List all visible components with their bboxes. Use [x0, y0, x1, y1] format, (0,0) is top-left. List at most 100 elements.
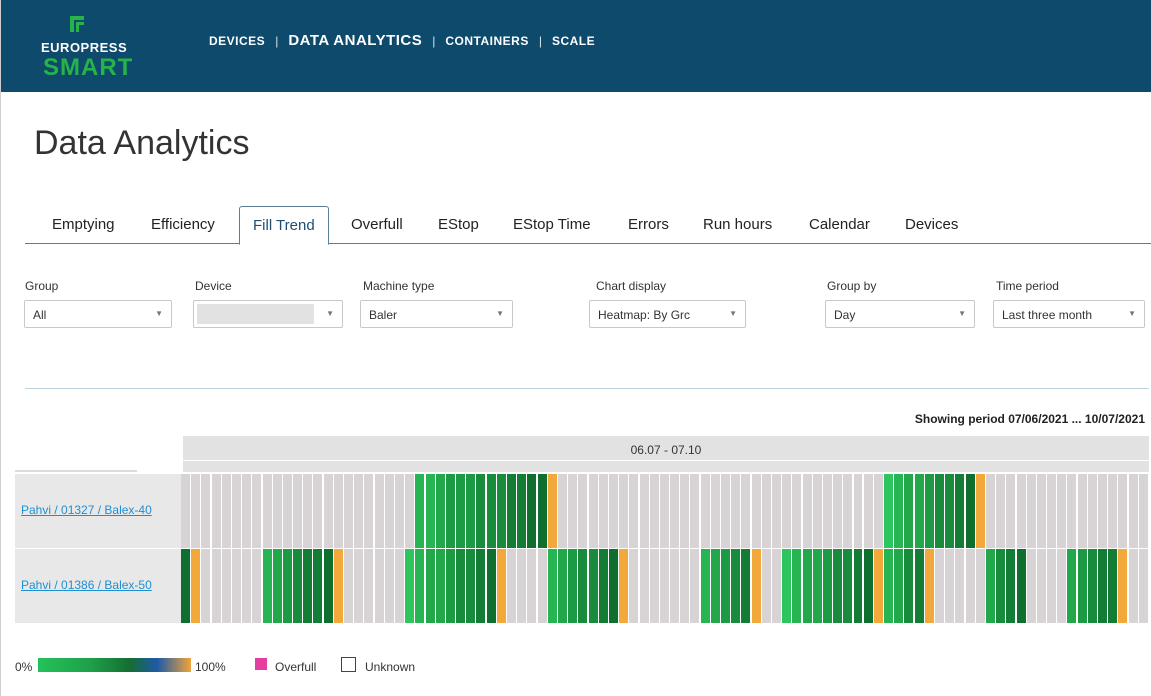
heatmap-cell[interactable]: [659, 474, 669, 548]
heatmap-cell[interactable]: [252, 549, 262, 623]
heatmap-cell[interactable]: [578, 549, 588, 623]
heatmap-cell[interactable]: [833, 474, 843, 548]
heatmap-cell[interactable]: [588, 474, 598, 548]
heatmap-cell[interactable]: [435, 474, 445, 548]
heatmap-cell[interactable]: [1067, 549, 1077, 623]
tab-emptying[interactable]: Emptying: [52, 206, 115, 244]
tab-run-hours[interactable]: Run hours: [703, 206, 772, 244]
heatmap-cell[interactable]: [384, 549, 394, 623]
heatmap-cell[interactable]: [741, 549, 751, 623]
heatmap-cell[interactable]: [507, 474, 517, 548]
heatmap-cell[interactable]: [924, 474, 934, 548]
heatmap-cell[interactable]: [782, 549, 792, 623]
heatmap-cell[interactable]: [629, 474, 639, 548]
heatmap-cell[interactable]: [242, 549, 252, 623]
heatmap-cell[interactable]: [415, 549, 425, 623]
heatmap-cell[interactable]: [374, 549, 384, 623]
heatmap-cell[interactable]: [924, 549, 934, 623]
device-select[interactable]: ▼: [193, 300, 343, 328]
heatmap-cell[interactable]: [873, 549, 883, 623]
heatmap-cell[interactable]: [771, 549, 781, 623]
heatmap-cell[interactable]: [619, 474, 629, 548]
heatmap-cell[interactable]: [344, 474, 354, 548]
heatmap-cell[interactable]: [394, 549, 404, 623]
heatmap-cell[interactable]: [231, 549, 241, 623]
heatmap-cell[interactable]: [731, 549, 741, 623]
heatmap-cell[interactable]: [771, 474, 781, 548]
heatmap-cell[interactable]: [558, 549, 567, 623]
heatmap-cell[interactable]: [1047, 474, 1057, 548]
brand-logo[interactable]: EUROPRESS SMART: [41, 14, 151, 84]
heatmap-cell[interactable]: [282, 474, 292, 548]
heatmap-cell[interactable]: [588, 549, 598, 623]
heatmap-cell[interactable]: [1128, 549, 1138, 623]
heatmap-cell[interactable]: [405, 474, 415, 548]
heatmap-cell[interactable]: [323, 549, 333, 623]
heatmap-cell[interactable]: [1138, 474, 1148, 548]
heatmap-cell[interactable]: [527, 474, 537, 548]
heatmap-cell[interactable]: [670, 549, 680, 623]
machine-type-select[interactable]: Baler ▼: [360, 300, 513, 328]
heatmap-cell[interactable]: [1067, 474, 1077, 548]
tab-errors[interactable]: Errors: [628, 206, 669, 244]
heatmap-cell[interactable]: [181, 549, 190, 623]
heatmap-cell[interactable]: [568, 474, 578, 548]
heatmap-cell[interactable]: [680, 474, 690, 548]
row-link-balex-40[interactable]: Pahvi / 01327 / Balex-40: [21, 502, 171, 519]
heatmap-cell[interactable]: [262, 549, 272, 623]
heatmap-cell[interactable]: [517, 474, 527, 548]
heatmap-cell[interactable]: [985, 549, 995, 623]
heatmap-cell[interactable]: [700, 549, 710, 623]
heatmap-cell[interactable]: [252, 474, 262, 548]
tab-estop-time[interactable]: EStop Time: [513, 206, 591, 244]
heatmap-cell[interactable]: [975, 474, 985, 548]
heatmap-cell[interactable]: [1016, 549, 1026, 623]
heatmap-cell[interactable]: [313, 549, 323, 623]
heatmap-cell[interactable]: [904, 474, 914, 548]
heatmap-cell[interactable]: [1077, 474, 1087, 548]
heatmap-cell[interactable]: [843, 474, 853, 548]
heatmap-cell[interactable]: [1118, 474, 1128, 548]
heatmap-cell[interactable]: [405, 549, 415, 623]
heatmap-cell[interactable]: [802, 474, 812, 548]
heatmap-cell[interactable]: [282, 549, 292, 623]
tab-calendar[interactable]: Calendar: [809, 206, 870, 244]
heatmap-cell[interactable]: [1108, 474, 1118, 548]
heatmap-cell[interactable]: [822, 474, 832, 548]
heatmap-cell[interactable]: [333, 549, 343, 623]
heatmap-cell[interactable]: [608, 474, 618, 548]
heatmap-cell[interactable]: [996, 474, 1006, 548]
heatmap-cell[interactable]: [873, 474, 883, 548]
heatmap-cell[interactable]: [262, 474, 272, 548]
heatmap-cell[interactable]: [690, 474, 700, 548]
heatmap-cell[interactable]: [364, 549, 374, 623]
heatmap-cell[interactable]: [1057, 549, 1067, 623]
heatmap-cell[interactable]: [639, 549, 649, 623]
heatmap-cell[interactable]: [547, 549, 557, 623]
heatmap-cell[interactable]: [496, 549, 506, 623]
heatmap-cell[interactable]: [394, 474, 404, 548]
heatmap-cell[interactable]: [680, 549, 690, 623]
heatmap-cell[interactable]: [272, 549, 282, 623]
heatmap-cell[interactable]: [456, 474, 466, 548]
heatmap-cell[interactable]: [894, 474, 904, 548]
heatmap-cell[interactable]: [415, 474, 425, 548]
heatmap-cell[interactable]: [201, 549, 211, 623]
heatmap-cell[interactable]: [914, 474, 924, 548]
heatmap-cell[interactable]: [272, 474, 282, 548]
heatmap-cell[interactable]: [1077, 549, 1087, 623]
chart-display-select[interactable]: Heatmap: By Grc ▼: [589, 300, 746, 328]
heatmap-cell[interactable]: [690, 549, 700, 623]
heatmap-cell[interactable]: [833, 549, 843, 623]
heatmap-cell[interactable]: [853, 549, 863, 623]
heatmap-cell[interactable]: [1108, 549, 1118, 623]
heatmap-cell[interactable]: [1087, 549, 1097, 623]
heatmap-cell[interactable]: [456, 549, 466, 623]
heatmap-cell[interactable]: [1006, 549, 1016, 623]
heatmap-cell[interactable]: [547, 474, 557, 548]
heatmap-cell[interactable]: [476, 549, 486, 623]
heatmap-cell[interactable]: [1047, 549, 1057, 623]
heatmap-cell[interactable]: [649, 549, 659, 623]
heatmap-cell[interactable]: [303, 549, 313, 623]
heatmap-cell[interactable]: [293, 549, 303, 623]
